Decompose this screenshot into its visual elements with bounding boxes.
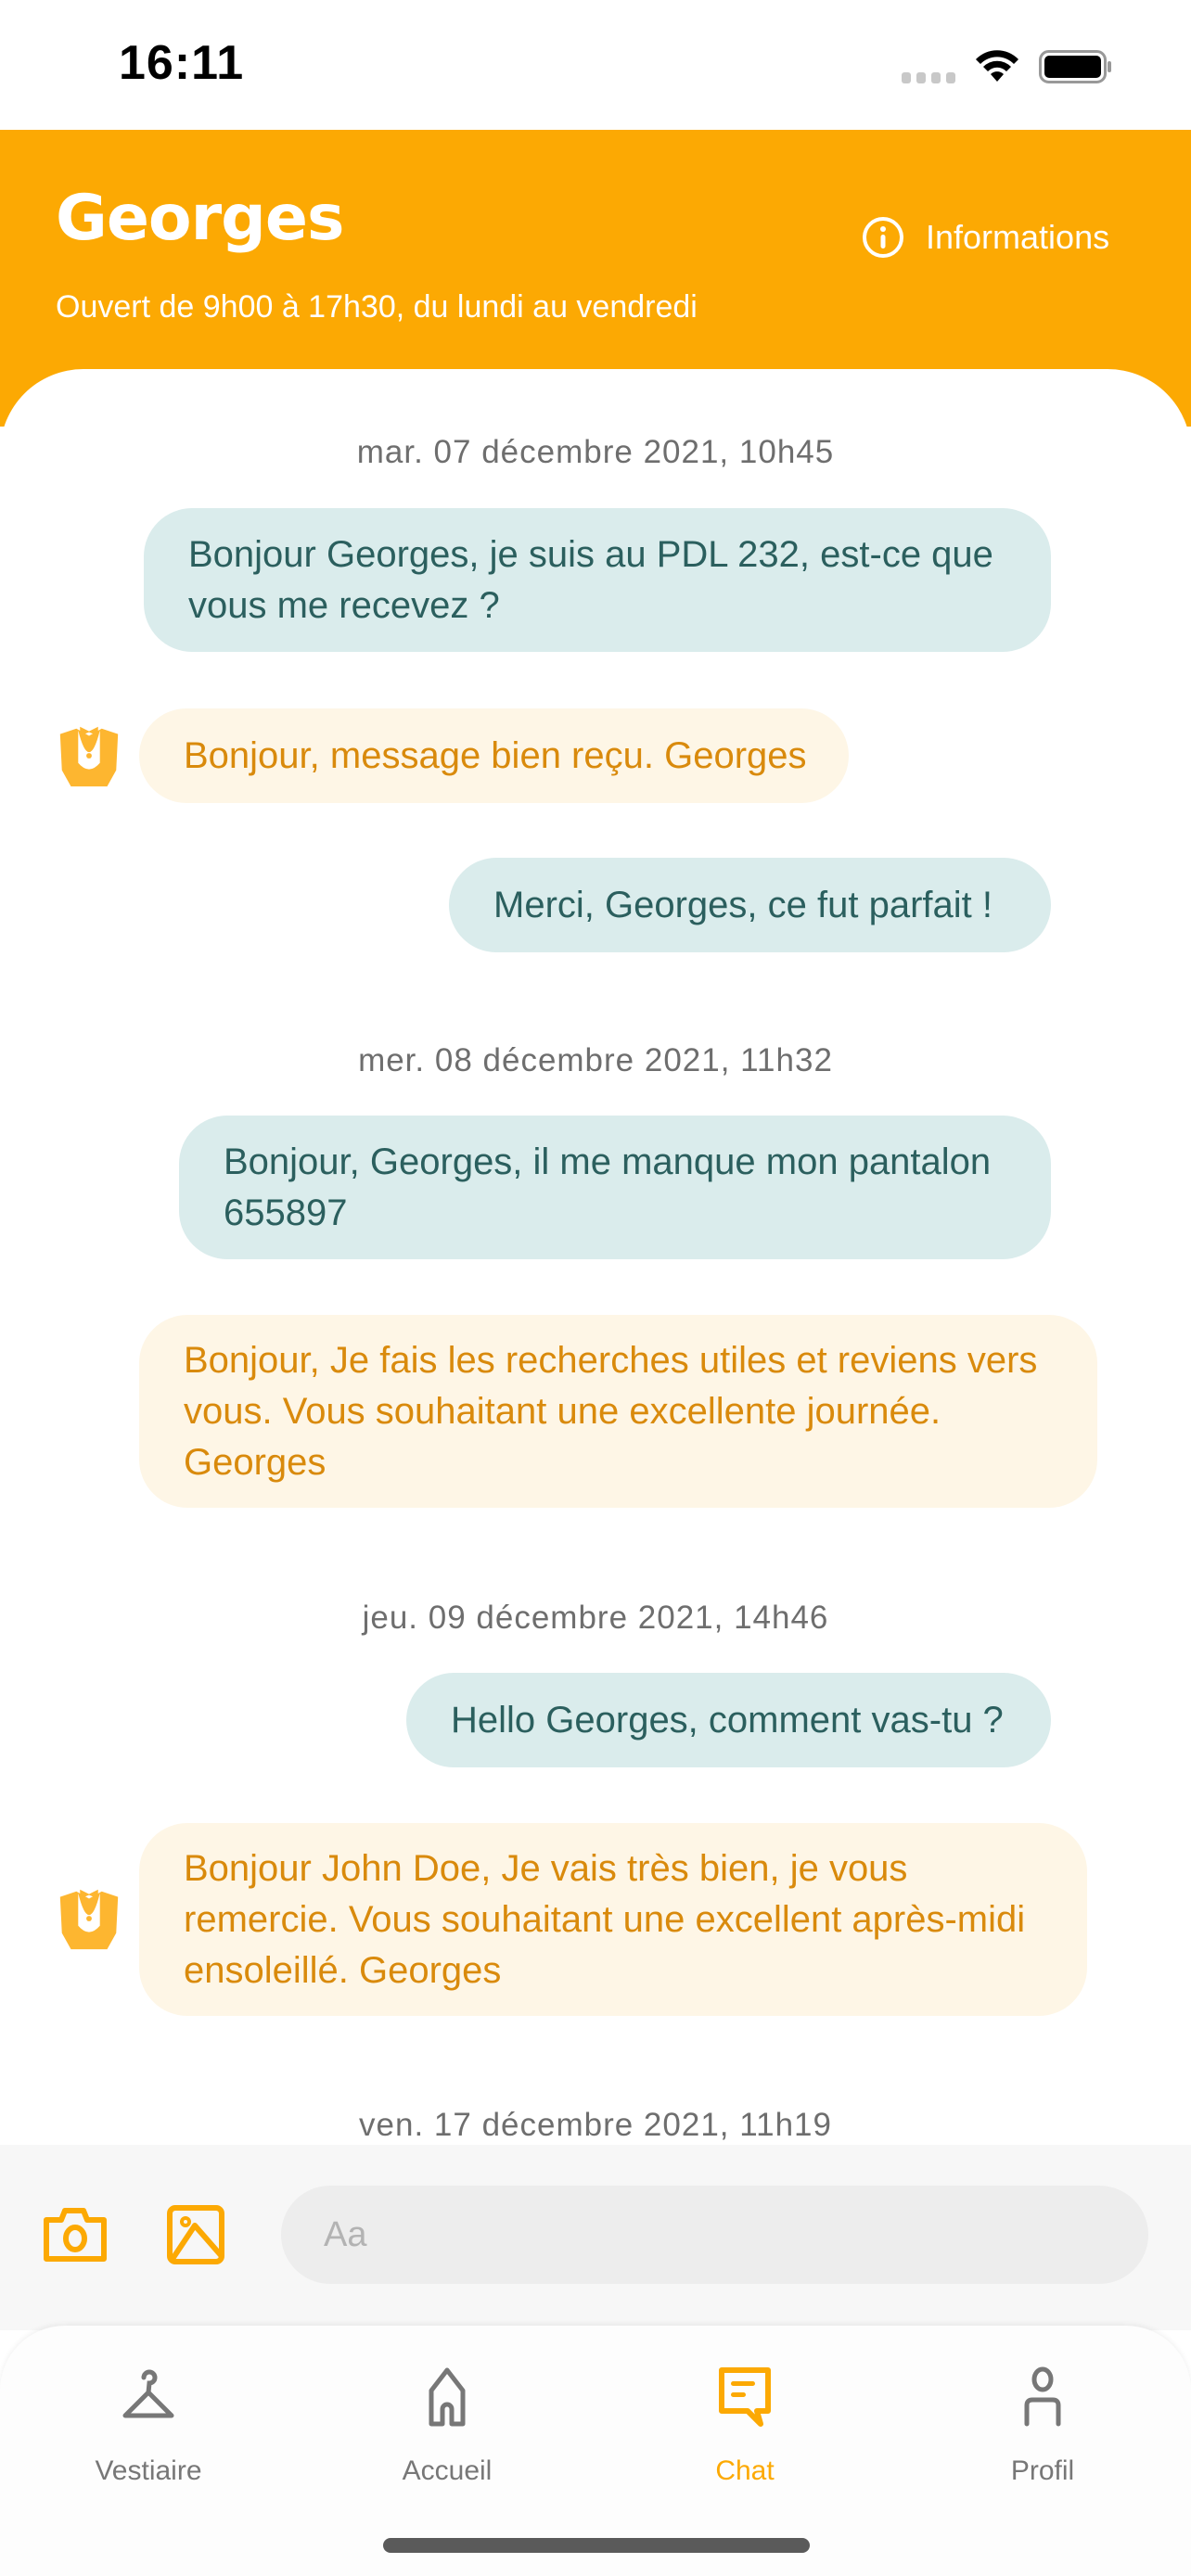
date-separator: ven. 17 décembre 2021, 11h19 <box>359 2107 832 2143</box>
message-text: Bonjour, Je fais les recherches utiles e… <box>184 1339 1038 1483</box>
battery-icon <box>1039 50 1111 83</box>
date-separator: mer. 08 décembre 2021, 11h32 <box>358 1042 833 1078</box>
message-sent[interactable]: Bonjour, Georges, il me manque mon panta… <box>179 1116 1051 1259</box>
butler-icon <box>59 1889 119 1950</box>
message-sent[interactable]: Hello Georges, comment vas-tu ? <box>406 1673 1051 1767</box>
wifi-icon <box>976 50 1018 82</box>
message-text: Bonjour Georges, je suis au PDL 232, est… <box>188 533 993 626</box>
tab-profil[interactable]: Profil <box>950 2365 1135 2487</box>
chat-icon <box>719 2367 771 2427</box>
opening-hours: Ouvert de 9h00 à 17h30, du lundi au vend… <box>56 289 698 325</box>
message-text: Merci, Georges, ce fut parfait ! <box>493 884 992 925</box>
home-indicator[interactable] <box>383 2538 810 2553</box>
image-icon[interactable] <box>167 2205 224 2264</box>
message-text: Bonjour, Georges, il me manque mon panta… <box>224 1141 992 1233</box>
cellular-signal-icon <box>902 72 955 83</box>
tab-label: Accueil <box>402 2455 493 2486</box>
date-separator: jeu. 09 décembre 2021, 14h46 <box>362 1600 829 1636</box>
tab-label: Chat <box>715 2455 775 2486</box>
message-received[interactable]: Bonjour, message bien reçu. Georges <box>139 708 849 803</box>
camera-icon[interactable] <box>41 2205 109 2264</box>
message-received[interactable]: Bonjour John Doe, Je vais très bien, je … <box>139 1823 1087 2016</box>
tab-label: Profil <box>1010 2455 1075 2486</box>
informations-label: Informations <box>926 218 1110 256</box>
user-icon <box>1024 2366 1061 2427</box>
tab-label: Vestiaire <box>95 2455 202 2486</box>
message-text: Bonjour John Doe, Je vais très bien, je … <box>184 1847 1026 1991</box>
hanger-icon <box>122 2369 174 2418</box>
message-text: Bonjour, message bien reçu. Georges <box>184 734 807 776</box>
butler-icon <box>59 726 119 787</box>
date-separator: mar. 07 décembre 2021, 10h45 <box>356 434 835 470</box>
page-title: Georges <box>56 182 344 255</box>
tab-accueil[interactable]: Accueil <box>354 2365 540 2487</box>
tab-vestiaire[interactable]: Vestiaire <box>56 2365 241 2487</box>
message-input[interactable] <box>281 2186 1148 2284</box>
message-text: Hello Georges, comment vas-tu ? <box>451 1699 1004 1741</box>
home-icon <box>429 2367 466 2427</box>
info-circle-icon <box>863 217 903 258</box>
status-time: 16:11 <box>119 36 245 90</box>
message-received[interactable]: Bonjour, Je fais les recherches utiles e… <box>139 1315 1097 1508</box>
message-sent[interactable]: Bonjour Georges, je suis au PDL 232, est… <box>144 508 1051 652</box>
tab-chat[interactable]: Chat <box>652 2365 838 2487</box>
informations-button[interactable]: Informations <box>861 215 1109 260</box>
message-sent[interactable]: Merci, Georges, ce fut parfait ! <box>449 858 1051 952</box>
